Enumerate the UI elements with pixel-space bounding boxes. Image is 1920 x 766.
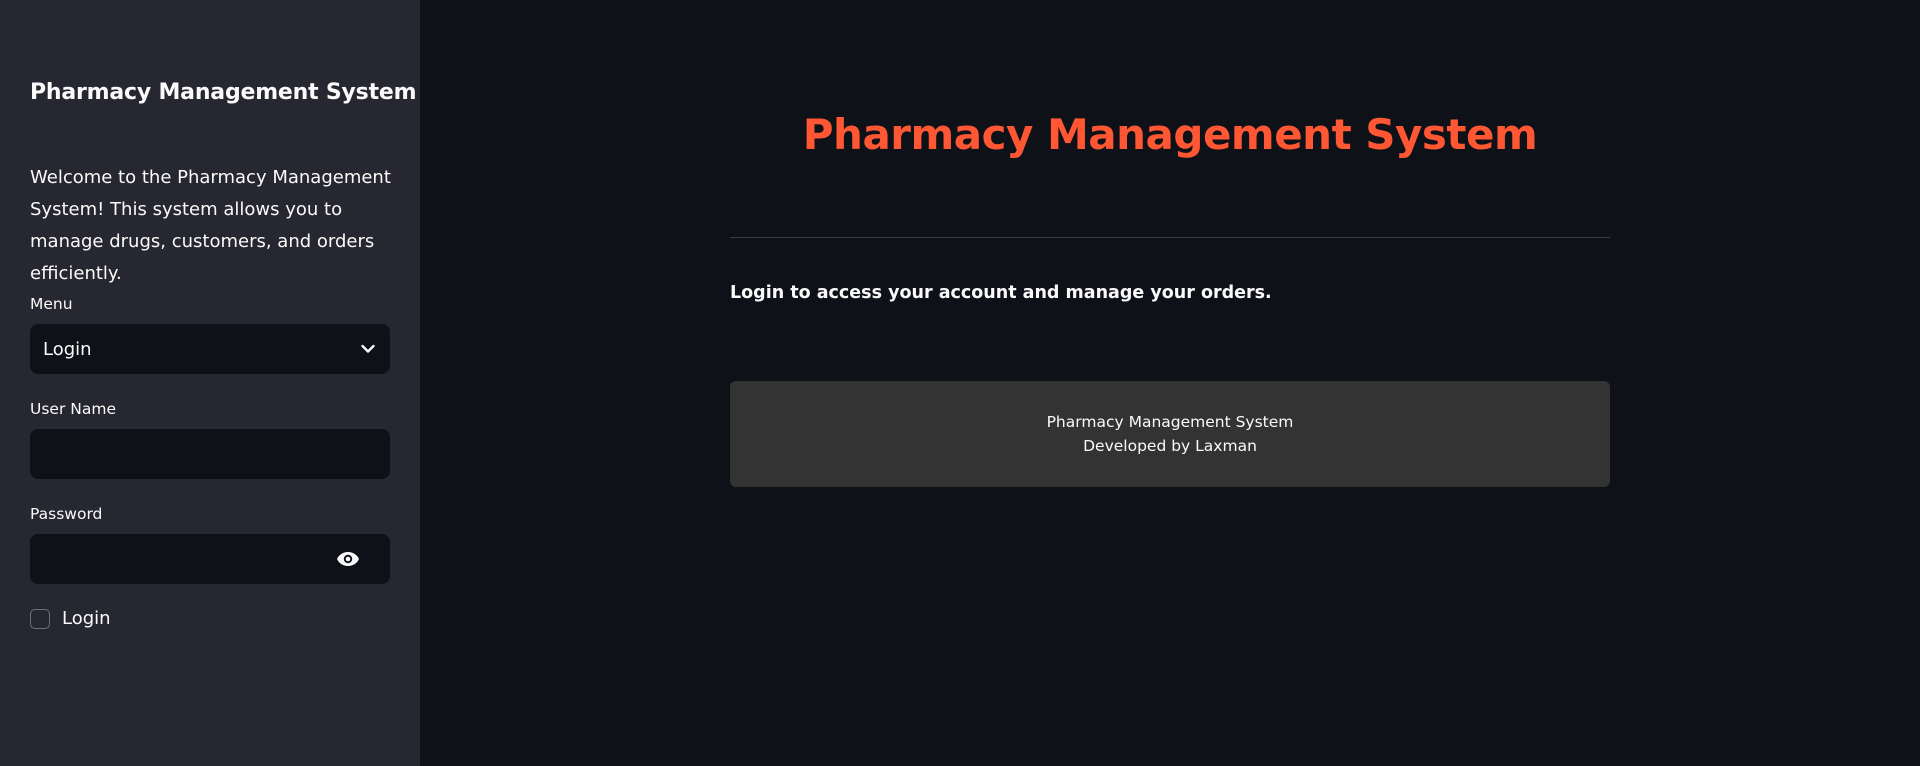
login-checkbox[interactable] [30, 608, 50, 629]
sidebar-welcome-text: Welcome to the Pharmacy Management Syste… [30, 167, 391, 284]
menu-select[interactable]: Login [30, 324, 390, 374]
login-checkbox-label: Login [62, 608, 111, 629]
menu-label: Menu [30, 295, 73, 313]
login-message: Login to access your account and manage … [730, 283, 1272, 303]
divider [730, 237, 1610, 238]
footer-developer: Developed by Laxman [1083, 437, 1257, 455]
eye-icon[interactable] [334, 545, 362, 573]
username-label: User Name [30, 400, 116, 418]
username-input[interactable] [30, 429, 390, 479]
main-content: Pharmacy Management System Login to acce… [420, 0, 1920, 766]
app-root: Pharmacy Management System Welcome to th… [0, 0, 1920, 766]
password-label: Password [30, 505, 103, 523]
sidebar: Pharmacy Management System Welcome to th… [0, 0, 420, 766]
menu-select-value: Login [43, 338, 92, 360]
footer-box: Pharmacy Management System Developed by … [730, 381, 1610, 487]
footer-app-name: Pharmacy Management System [1046, 413, 1294, 431]
sidebar-title: Pharmacy Management System [30, 80, 417, 105]
chevron-down-icon [360, 341, 376, 357]
page-title: Pharmacy Management System [802, 110, 1538, 159]
login-checkbox-row[interactable]: Login [30, 608, 111, 629]
